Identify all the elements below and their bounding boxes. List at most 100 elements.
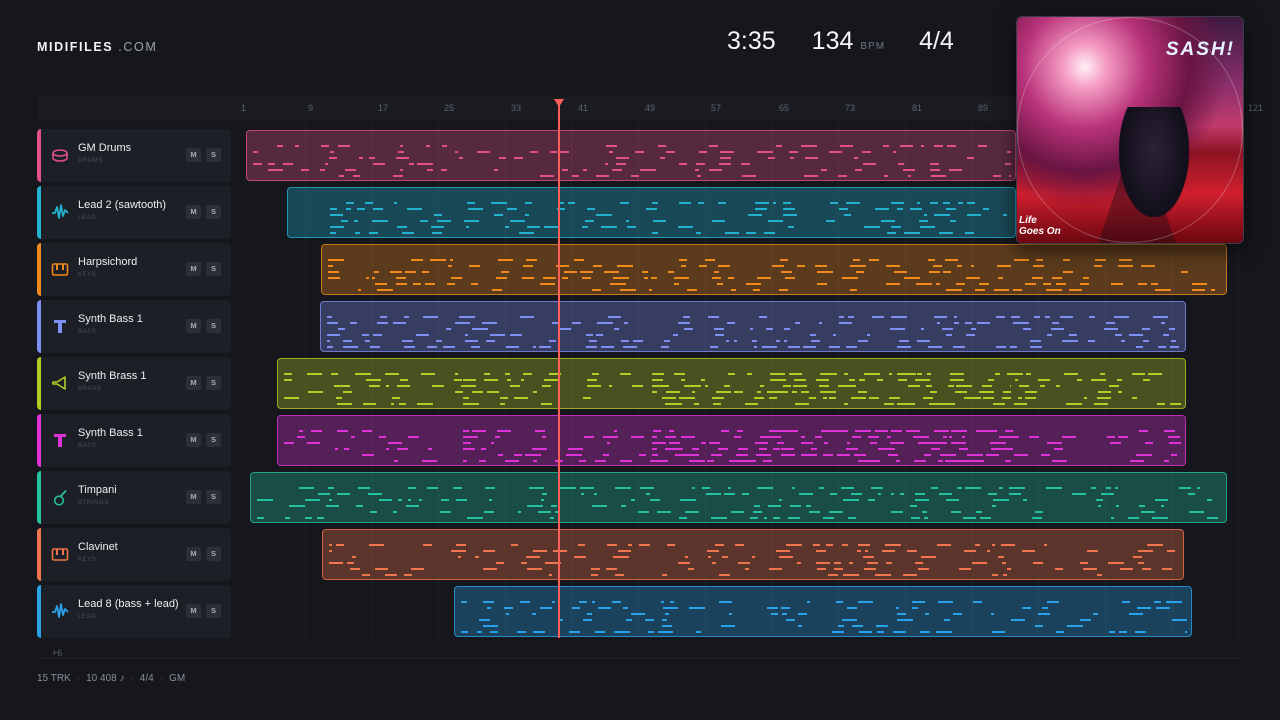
midi-note [864,568,876,570]
midi-note [1111,283,1123,285]
mute-button[interactable]: M [186,205,201,219]
midi-note [810,334,816,336]
midi-note [1118,265,1133,267]
midi-note [532,448,548,450]
midi-note [985,454,999,456]
midi-note [908,175,911,177]
midi-note [854,157,858,159]
solo-button[interactable]: S [206,319,221,333]
track-clip[interactable] [454,586,1192,637]
track-header[interactable]: Lead 2 (sawtooth) LEAD M S [37,186,231,239]
solo-button[interactable]: S [206,262,221,276]
solo-button[interactable]: S [206,205,221,219]
midi-note [933,430,947,432]
mute-button[interactable]: M [186,148,201,162]
midi-note [963,397,975,399]
midi-note [924,517,928,519]
midi-note [592,289,601,291]
midi-note [898,163,904,165]
midi-note [927,373,932,375]
solo-button[interactable]: S [206,490,221,504]
track-header[interactable]: GM Drums DRUMS M S [37,129,231,182]
solo-button[interactable]: S [206,148,221,162]
track-header[interactable]: Clavinet KEYS M S [37,528,231,581]
midi-note [832,631,844,633]
track-header[interactable]: Synth Brass 1 BRASS M S [37,357,231,410]
midi-note [658,145,666,147]
midi-note [284,397,299,399]
midi-note [863,226,880,228]
midi-note [662,625,672,627]
track-clip[interactable] [250,472,1227,523]
midi-note [606,145,617,147]
midi-note [1038,613,1050,615]
midi-note [562,169,568,171]
midi-note [687,289,697,291]
midi-note [642,271,648,273]
track-header[interactable]: Timpani STRINGS M S [37,471,231,524]
more-tracks-indicator[interactable]: +6 [52,648,62,658]
track-clip[interactable] [246,130,1016,181]
track-clip[interactable] [321,244,1227,295]
midi-note [708,316,719,318]
track-header[interactable]: Harpsichord KEYS M S [37,243,231,296]
midi-note [921,328,924,330]
track-clip[interactable] [277,415,1186,466]
midi-note [975,430,983,432]
midi-note [1009,175,1011,177]
midi-note [364,202,373,204]
midi-note [586,208,595,210]
solo-button[interactable]: S [206,604,221,618]
midi-note [806,505,811,507]
mute-button[interactable]: M [186,433,201,447]
mute-button[interactable]: M [186,604,201,618]
track-header[interactable]: Synth Bass 1 BASS M S [37,300,231,353]
midi-note [779,289,788,291]
midi-note [993,175,1001,177]
midi-note [583,619,592,621]
mute-button[interactable]: M [186,376,201,390]
midi-note [982,208,989,210]
solo-button[interactable]: S [206,433,221,447]
midi-note [416,334,429,336]
track-clip[interactable] [322,529,1184,580]
midi-note [1069,334,1077,336]
midi-note [1062,340,1078,342]
midi-note [494,169,498,171]
track-clip[interactable] [277,358,1186,409]
midi-note [948,436,952,438]
solo-button[interactable]: S [206,376,221,390]
track-clip[interactable] [287,187,1016,238]
midi-note [706,460,714,462]
ruler-tick-label: 65 [779,103,790,113]
midi-note [305,517,312,519]
midi-note [708,556,711,558]
midi-note [1035,625,1043,627]
wave-icon [52,204,69,219]
mute-button[interactable]: M [186,262,201,276]
midi-note [1025,283,1036,285]
playhead-handle[interactable] [554,99,564,107]
midi-note [1011,316,1020,318]
track-clip[interactable] [320,301,1186,352]
midi-note [1158,346,1166,348]
midi-note [562,277,568,279]
solo-button[interactable]: S [206,547,221,561]
midi-note [501,271,509,273]
midi-note [514,454,523,456]
midi-note [465,340,478,342]
ruler-tick-label: 9 [308,103,314,113]
midi-note [417,163,433,165]
track-header[interactable]: Lead 8 (bass + lead) LEAD M S [37,585,231,638]
mute-button[interactable]: M [186,319,201,333]
mute-button[interactable]: M [186,490,201,504]
midi-note [589,340,597,342]
track-header[interactable]: Synth Bass 1 BASS M S [37,414,231,467]
midi-note [674,277,689,279]
midi-note [1010,346,1017,348]
midi-note [937,460,943,462]
mute-button[interactable]: M [186,547,201,561]
midi-note [1179,487,1191,489]
playhead[interactable] [558,100,560,638]
midi-note [385,574,397,576]
